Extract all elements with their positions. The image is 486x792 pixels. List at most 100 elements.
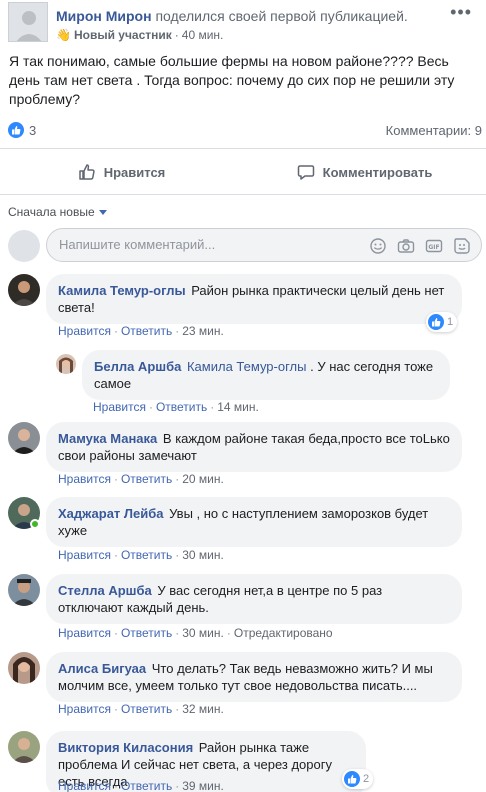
comment-time[interactable]: 14 мин. (217, 400, 259, 414)
post-stats: 3 Комментарии: 9 (8, 120, 482, 140)
author-avatar[interactable] (8, 2, 48, 42)
commenter-avatar[interactable] (8, 731, 40, 763)
separator-dot: · (210, 400, 215, 414)
comment-actions: Нравится · Ответить · 23 мин. (58, 324, 224, 338)
comment-reply-link[interactable]: Ответить (121, 626, 172, 640)
post-actions: Нравится Комментировать (0, 152, 486, 192)
commenter-avatar[interactable] (8, 574, 40, 606)
comment-actions: Нравится · Ответить · 30 мин. (58, 548, 224, 562)
separator-dot: · (226, 626, 231, 640)
comment-item: Алиса Бигуаа Что делать? Так ведь невазм… (8, 652, 478, 718)
post-author-line: Мирон Мирон поделился своей первой публи… (56, 8, 408, 24)
edited-label[interactable]: Отредактировано (234, 626, 333, 640)
comment-bubble: Алиса Бигуаа Что делать? Так ведь невазм… (46, 652, 462, 702)
thumbs-up-icon (78, 164, 95, 180)
separator-dot: · (175, 702, 180, 716)
likes-count: 3 (29, 122, 37, 138)
comment-reply-link[interactable]: Ответить (121, 779, 172, 792)
comments-count[interactable]: Комментарии: 9 (386, 123, 482, 138)
comment-actions: Нравится · Ответить · 30 мин. · Отредактирован… (58, 626, 333, 640)
gif-icon[interactable]: GIF (425, 237, 443, 255)
commenter-name[interactable]: Мамука Манака (58, 431, 157, 446)
separator-dot: · (113, 626, 118, 640)
separator-dot: · (175, 626, 180, 640)
separator-dot: · (113, 472, 118, 486)
separator-dot: · (175, 548, 180, 562)
commenter-avatar[interactable] (8, 422, 40, 454)
separator-dot: · (175, 472, 180, 486)
comment-like-link[interactable]: Нравится (58, 472, 111, 486)
comment-button[interactable]: Комментировать (243, 152, 486, 192)
post-time[interactable]: 40 мин. (182, 28, 224, 42)
post-header: Мирон Мирон поделился своей первой публи… (8, 2, 478, 46)
camera-icon[interactable] (397, 237, 415, 255)
comment-bubble: Мамука Манака В каждом районе такая беда… (46, 422, 462, 472)
likes-summary[interactable]: 3 (8, 122, 36, 138)
separator-dot: · (175, 324, 180, 338)
comment-reply-link[interactable]: Ответить (156, 400, 207, 414)
comment-like-link[interactable]: Нравится (93, 400, 146, 414)
comment-time[interactable]: 20 мин. (182, 472, 224, 486)
emoji-icon[interactable] (369, 237, 387, 255)
separator-dot: · (113, 324, 118, 338)
comment-reply-link[interactable]: Ответить (121, 548, 172, 562)
commenter-name[interactable]: Алиса Бигуаа (58, 661, 146, 676)
sort-label: Сначала новые (8, 205, 95, 219)
comment-time[interactable]: 30 мин. (182, 626, 224, 640)
caret-down-icon (98, 209, 107, 215)
commenter-name[interactable]: Виктория Киласония (58, 740, 193, 755)
mention-link[interactable]: Камила Темур-оглы (187, 359, 306, 374)
author-action: поделился своей первой публикацией. (155, 8, 408, 24)
commenter-name[interactable]: Белла Аршба (94, 359, 181, 374)
comment-like-link[interactable]: Нравится (58, 626, 111, 640)
comment-like-link[interactable]: Нравится (58, 779, 111, 792)
like-button-label: Нравится (103, 164, 166, 180)
comment-bubble: Камила Темур-оглы Район рынка практическ… (46, 274, 462, 324)
comment-actions: Нравится · Ответить · 39 мин. (58, 779, 224, 792)
comment-time[interactable]: 30 мин. (182, 548, 224, 562)
reaction-count: 1 (447, 316, 454, 328)
comment-actions: Нравится · Ответить · 32 мин. (58, 702, 224, 716)
commenter-name[interactable]: Стелла Аршба (58, 583, 152, 598)
sort-dropdown[interactable]: Сначала новые (8, 205, 107, 219)
current-user-avatar (8, 230, 40, 262)
comment-item: Стелла Аршба У вас сегодня нет,а в центр… (8, 574, 478, 640)
comment-time[interactable]: 39 мин. (182, 779, 224, 792)
sticker-icon[interactable] (453, 237, 471, 255)
commenter-name[interactable]: Хаджарат Лейба (58, 506, 164, 521)
commenter-avatar[interactable] (8, 274, 40, 306)
separator-dot: · (113, 702, 118, 716)
commenter-name[interactable]: Камила Темур-оглы (58, 283, 186, 298)
reaction-summary[interactable]: 1 (426, 312, 458, 332)
comment-like-link[interactable]: Нравится (58, 702, 111, 716)
comment-bubble: Хаджарат Лейба Увы , но с наступлением з… (46, 497, 462, 547)
comment-input[interactable] (59, 237, 359, 252)
comment-actions: Нравится · Ответить · 20 мин. (58, 472, 224, 486)
comment-time[interactable]: 32 мин. (182, 702, 224, 716)
reply-item: Белла Аршба Камила Темур-оглы . У нас се… (56, 350, 476, 416)
comment-reply-link[interactable]: Ответить (121, 702, 172, 716)
more-options-button[interactable]: ••• (450, 3, 472, 21)
commenter-avatar[interactable] (56, 354, 76, 374)
comment-item: Мамука Манака В каждом районе такая беда… (8, 422, 478, 488)
speech-bubble-icon (297, 165, 314, 180)
author-name[interactable]: Мирон Мирон (56, 8, 152, 24)
comment-reply-link[interactable]: Ответить (121, 472, 172, 486)
new-member-badge: Новый участник (73, 28, 172, 42)
post-text: Я так понимаю, самые большие фермы на но… (9, 53, 455, 107)
comment-like-link[interactable]: Нравится (58, 324, 111, 338)
comment-field[interactable]: GIF (46, 228, 482, 262)
like-button[interactable]: Нравится (0, 152, 243, 192)
comment-bubble: Стелла Аршба У вас сегодня нет,а в центр… (46, 574, 462, 624)
comment-reply-link[interactable]: Ответить (121, 324, 172, 338)
comment-time[interactable]: 23 мин. (182, 324, 224, 338)
reaction-summary[interactable]: 2 (342, 769, 374, 789)
like-reaction-icon (344, 771, 360, 787)
comment-like-link[interactable]: Нравится (58, 548, 111, 562)
online-status-indicator (30, 519, 40, 529)
separator-dot: · (113, 548, 118, 562)
divider (0, 148, 486, 149)
like-reaction-icon (8, 122, 24, 138)
comment-bubble: Белла Аршба Камила Темур-оглы . У нас се… (82, 350, 450, 400)
commenter-avatar[interactable] (8, 652, 40, 684)
